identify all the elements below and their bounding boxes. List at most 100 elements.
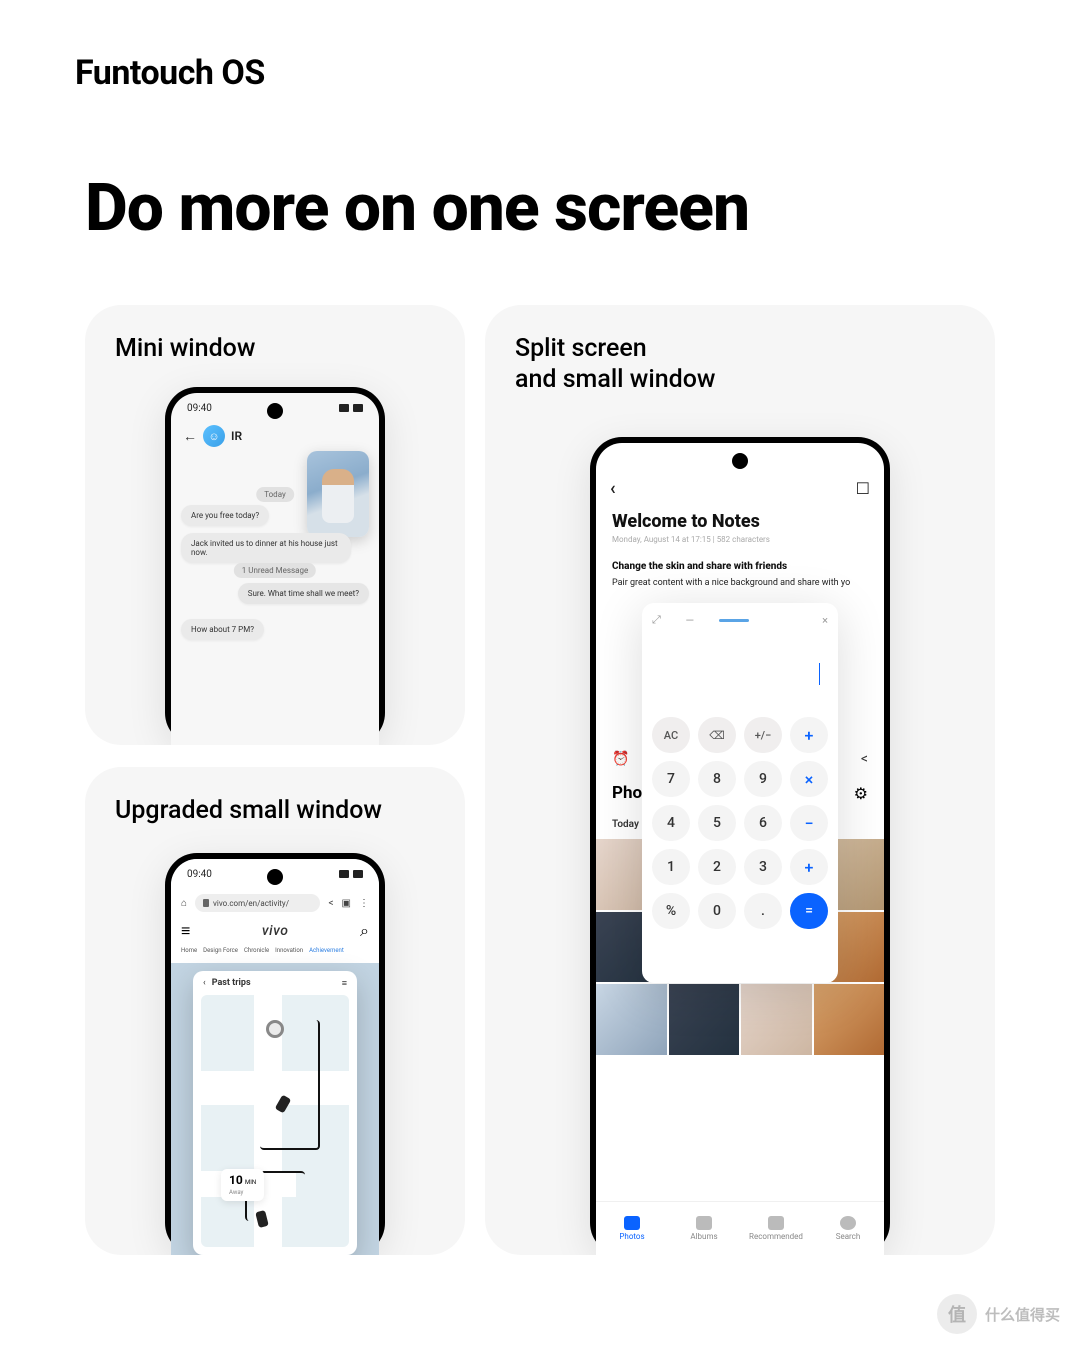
key-3[interactable]: 3 — [744, 849, 782, 885]
close-icon[interactable]: × — [822, 614, 828, 627]
key-add[interactable]: + — [790, 717, 828, 753]
camera-cutout — [732, 453, 748, 469]
back-icon[interactable]: ← — [183, 428, 197, 445]
map-small-window[interactable]: ‹ Past trips ≡ 10 MINAway — [193, 971, 357, 1255]
phone-mockup-browser: 09:40 ⌂ vivo.com/en/activity/ < ▣ ⋮ ≡ vi… — [165, 853, 385, 1255]
alarm-icon[interactable]: ⏰ — [612, 751, 629, 767]
key-add-alt[interactable]: + — [790, 849, 828, 885]
signal-icon — [339, 870, 349, 878]
diamond-icon — [768, 1216, 784, 1230]
tab-recommended[interactable]: Recommended — [740, 1202, 812, 1255]
map-options-icon[interactable]: ≡ — [342, 978, 347, 989]
share-icon[interactable]: < — [861, 751, 868, 767]
key-multiply[interactable]: × — [790, 761, 828, 797]
card-upgraded-small-window: Upgraded small window 09:40 ⌂ vivo.com/e… — [85, 767, 465, 1255]
key-equals[interactable]: = — [790, 893, 828, 929]
photos-section-label: Today — [612, 819, 639, 830]
key-9[interactable]: 9 — [744, 761, 782, 797]
photo-thumb[interactable] — [741, 984, 812, 1055]
phone-mockup-split: ‹ ☐ Welcome to Notes Monday, August 14 a… — [590, 437, 890, 1255]
contact-name: IR — [231, 429, 242, 443]
photos-tabbar: Photos Albums Recommended Search — [596, 1201, 884, 1255]
notes-title: Welcome to Notes — [612, 511, 760, 532]
photo-thumb[interactable] — [669, 984, 740, 1055]
drag-handle[interactable] — [719, 619, 749, 622]
signal-icon — [339, 404, 349, 412]
watermark-text: 什么值得买 — [985, 1304, 1060, 1325]
tab-search[interactable]: Search — [812, 1202, 884, 1255]
avatar[interactable]: ☺ — [203, 425, 225, 447]
msg-received[interactable]: Jack invited us to dinner at his house j… — [181, 533, 351, 563]
key-subtract[interactable]: − — [790, 805, 828, 841]
card-mini-window: Mini window 09:40 ← ☺ IR Today Are you f… — [85, 305, 465, 745]
page-headline: Do more on one screen — [85, 170, 749, 247]
status-time: 09:40 — [187, 403, 212, 414]
brand-title: Funtouch OS — [75, 53, 265, 93]
key-0[interactable]: 0 — [698, 893, 736, 929]
map-title: Past trips — [212, 978, 251, 988]
msg-received[interactable]: How about 7 PM? — [181, 619, 264, 640]
key-6[interactable]: 6 — [744, 805, 782, 841]
lock-icon — [203, 899, 209, 907]
map-canvas[interactable]: 10 MINAway — [201, 995, 349, 1247]
msg-sent[interactable]: Sure. What time shall we meet? — [238, 583, 369, 604]
camera-cutout — [267, 403, 283, 419]
watermark: 值 什么值得买 — [937, 1294, 1060, 1334]
unread-badge[interactable]: 1 Unread Message — [234, 563, 316, 578]
tab-albums[interactable]: Albums — [668, 1202, 740, 1255]
eta-badge: 10 MINAway — [221, 1169, 264, 1201]
notes-appbar: ‹ ☐ — [596, 473, 884, 503]
msg-received[interactable]: Are you free today? — [181, 505, 269, 526]
photo-thumb[interactable] — [596, 984, 667, 1055]
battery-icon — [353, 870, 363, 878]
key-5[interactable]: 5 — [698, 805, 736, 841]
notes-body[interactable]: Pair great content with a nice backgroun… — [612, 577, 868, 590]
card-split-screen: Split screen and small window ‹ ☐ Welcom… — [485, 305, 995, 1255]
back-icon[interactable]: ‹ — [610, 478, 616, 499]
more-icon[interactable]: ⋮ — [359, 898, 369, 909]
map-back-icon[interactable]: ‹ — [203, 978, 206, 988]
expand-icon[interactable]: ⤢ — [652, 613, 661, 627]
key-percent[interactable]: % — [652, 893, 690, 929]
tab-photos[interactable]: Photos — [596, 1202, 668, 1255]
key-1[interactable]: 1 — [652, 849, 690, 885]
menu-icon[interactable]: ≡ — [181, 921, 190, 941]
card-title: Upgraded small window — [115, 795, 382, 826]
key-plus-minus[interactable]: +/− — [744, 717, 782, 753]
share-icon[interactable]: < — [328, 898, 333, 909]
bookmark-icon[interactable]: ☐ — [856, 479, 870, 498]
battery-icon — [353, 404, 363, 412]
calculator-display[interactable] — [652, 627, 828, 717]
photos-icon — [624, 1216, 640, 1230]
key-decimal[interactable]: . — [744, 893, 782, 929]
minimize-icon[interactable]: — — [685, 614, 694, 627]
calculator-small-window[interactable]: ⤢ — × AC ⌫ +/− + 7 8 9 × 4 5 — [642, 603, 838, 983]
search-icon[interactable]: ⌕ — [360, 921, 369, 941]
search-icon — [840, 1216, 856, 1230]
key-7[interactable]: 7 — [652, 761, 690, 797]
tabs-icon[interactable]: ▣ — [342, 898, 351, 909]
albums-icon — [696, 1216, 712, 1230]
phone-mockup-chat: 09:40 ← ☺ IR Today Are you free today? J… — [165, 387, 385, 745]
status-time: 09:40 — [187, 869, 212, 880]
notes-meta: Monday, August 14 at 17:15 | 582 charact… — [612, 535, 770, 544]
camera-cutout — [267, 869, 283, 885]
site-logo[interactable]: vivo — [262, 923, 289, 939]
key-backspace[interactable]: ⌫ — [698, 717, 736, 753]
browser-toolbar: ⌂ vivo.com/en/activity/ < ▣ ⋮ — [171, 889, 379, 917]
site-nav[interactable]: HomeDesign ForceChronicleInnovationAchie… — [181, 947, 369, 954]
home-icon[interactable]: ⌂ — [181, 898, 187, 909]
key-4[interactable]: 4 — [652, 805, 690, 841]
url-field[interactable]: vivo.com/en/activity/ — [195, 894, 320, 912]
key-2[interactable]: 2 — [698, 849, 736, 885]
notes-heading: Change the skin and share with friends — [612, 561, 787, 572]
watermark-icon: 值 — [937, 1294, 977, 1334]
key-ac[interactable]: AC — [652, 717, 690, 753]
card-title: Split screen and small window — [515, 333, 715, 396]
day-separator: Today — [256, 487, 294, 502]
mini-video-window[interactable] — [307, 451, 369, 537]
photo-thumb[interactable] — [814, 984, 885, 1055]
gear-icon[interactable]: ⚙ — [854, 784, 868, 803]
key-8[interactable]: 8 — [698, 761, 736, 797]
card-title: Mini window — [115, 333, 255, 364]
